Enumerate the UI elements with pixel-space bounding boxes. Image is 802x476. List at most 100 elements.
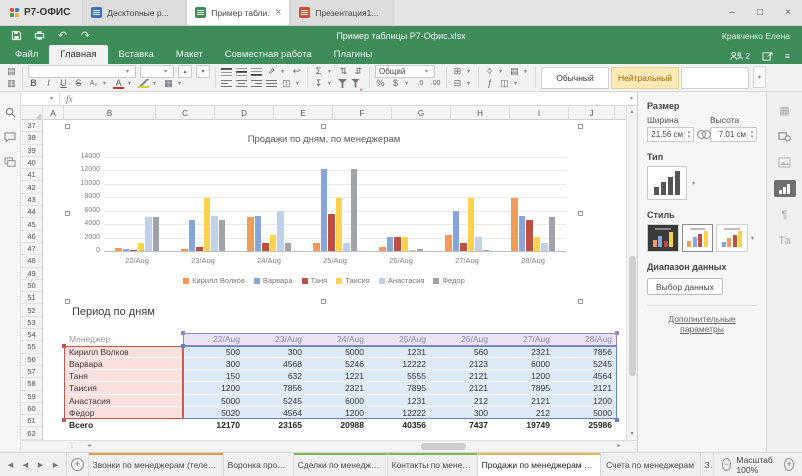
bar[interactable] bbox=[115, 248, 122, 251]
merge-cells-button[interactable]: ◫ bbox=[281, 78, 292, 89]
column-header[interactable]: F bbox=[333, 106, 392, 120]
column-header[interactable]: G bbox=[392, 106, 451, 120]
conditional-formatting-button[interactable]: ▤ bbox=[509, 66, 520, 77]
previous-sheet-icon[interactable]: ◀ bbox=[19, 461, 32, 469]
value-cell[interactable]: 6000 bbox=[307, 395, 369, 407]
bar[interactable] bbox=[270, 235, 277, 251]
row-header[interactable]: 47 bbox=[21, 243, 42, 255]
menu-tab[interactable]: Вставка bbox=[108, 45, 165, 64]
menu-tab[interactable]: Главная bbox=[49, 45, 107, 64]
chart-resize-handle[interactable] bbox=[65, 211, 70, 216]
fill-icon[interactable]: ↧ bbox=[313, 78, 324, 89]
subscript-button[interactable]: A₂ bbox=[88, 78, 99, 89]
app-logo[interactable]: Р7-ОФИС bbox=[0, 0, 82, 25]
bar[interactable] bbox=[277, 211, 284, 251]
value-cell[interactable]: 7895 bbox=[369, 382, 431, 394]
manager-name-cell[interactable]: Анастасия bbox=[64, 395, 183, 407]
bar[interactable] bbox=[541, 243, 548, 251]
image-settings-icon[interactable] bbox=[774, 154, 796, 171]
row-header[interactable]: 61 bbox=[21, 415, 42, 427]
value-cell[interactable]: 2321 bbox=[493, 346, 555, 358]
hamburger-menu-icon[interactable]: ≡ bbox=[785, 51, 790, 61]
value-cell[interactable]: 12222 bbox=[369, 407, 431, 419]
restore-button[interactable]: □ bbox=[746, 0, 774, 25]
table-row[interactable]: Кирилл Волков5003005000123156023217856 bbox=[64, 346, 617, 358]
increment-font-size-button[interactable]: ▴ bbox=[178, 65, 192, 78]
row-header[interactable]: 43 bbox=[21, 194, 42, 206]
value-cell[interactable]: 7856 bbox=[555, 346, 617, 358]
bar[interactable] bbox=[247, 217, 254, 251]
value-cell[interactable]: 632 bbox=[245, 370, 307, 382]
width-input[interactable]: 21.56 см ▴▾ bbox=[647, 127, 694, 142]
range-handle[interactable] bbox=[615, 331, 619, 335]
chart-style-thumbnail-selected[interactable] bbox=[682, 224, 714, 252]
value-cell[interactable]: 1200 bbox=[555, 395, 617, 407]
shape-settings-icon[interactable] bbox=[774, 128, 796, 145]
row-header[interactable]: 52 bbox=[21, 304, 42, 316]
decrease-decimal-button[interactable]: .0 bbox=[415, 78, 426, 89]
chart-resize-handle[interactable] bbox=[65, 299, 70, 304]
chart-style-chevron-icon[interactable]: ▾ bbox=[751, 235, 757, 242]
delete-cells-button[interactable]: ⊟ bbox=[452, 78, 463, 89]
minimize-button[interactable]: – bbox=[718, 0, 746, 25]
row-header[interactable]: 51 bbox=[21, 292, 42, 304]
row-header[interactable]: 37 bbox=[21, 120, 42, 132]
bar[interactable] bbox=[526, 220, 533, 251]
value-cell[interactable]: 2121 bbox=[431, 382, 493, 394]
manager-name-cell[interactable]: Кирилл Волков bbox=[64, 346, 183, 358]
bar[interactable] bbox=[219, 220, 226, 251]
align-justify-button[interactable] bbox=[266, 80, 277, 88]
menu-tab[interactable]: Совместная работа bbox=[214, 45, 323, 64]
value-cell[interactable]: 5000 bbox=[307, 346, 369, 358]
data-table[interactable]: Менеджер22/Aug23/Aug24/Aug25/Aug26/Aug27… bbox=[64, 333, 617, 432]
row-header[interactable]: 60 bbox=[21, 403, 42, 415]
bar[interactable] bbox=[475, 237, 482, 251]
bar[interactable] bbox=[549, 217, 556, 251]
bar[interactable] bbox=[181, 249, 188, 251]
row-header[interactable]: 62 bbox=[21, 427, 42, 439]
value-cell[interactable]: 1231 bbox=[369, 346, 431, 358]
row-header[interactable]: 48 bbox=[21, 255, 42, 267]
search-icon[interactable] bbox=[4, 106, 17, 119]
sheet-tab[interactable]: Звонки по менеджерам (телефони) bbox=[89, 453, 224, 476]
value-cell[interactable]: 7856 bbox=[245, 382, 307, 394]
bold-button[interactable]: B bbox=[28, 78, 39, 89]
value-cell[interactable]: 2121 bbox=[493, 395, 555, 407]
clear-button[interactable]: ◊ bbox=[484, 66, 495, 77]
keep-ratio-icon[interactable] bbox=[697, 130, 707, 138]
align-top-button[interactable] bbox=[221, 68, 232, 76]
value-cell[interactable]: 1231 bbox=[369, 395, 431, 407]
chart-style-thumbnail[interactable] bbox=[716, 224, 748, 252]
expand-formula-bar-icon[interactable]: ▾ bbox=[626, 95, 637, 102]
last-sheet-icon[interactable]: ▶ bbox=[49, 461, 62, 469]
value-cell[interactable]: 1200 bbox=[307, 407, 369, 419]
bar[interactable] bbox=[130, 250, 137, 251]
orientation-button[interactable]: ⇗ bbox=[266, 66, 277, 77]
height-input[interactable]: 7.01 см ▴▾ bbox=[710, 127, 757, 142]
close-button[interactable]: × bbox=[774, 0, 802, 25]
row-header[interactable]: 49 bbox=[21, 268, 42, 280]
add-sheet-icon[interactable]: + bbox=[71, 458, 84, 471]
bar[interactable] bbox=[313, 243, 320, 251]
bar[interactable] bbox=[394, 237, 401, 251]
horizontal-scroll-thumb[interactable] bbox=[421, 443, 466, 450]
select-all-corner[interactable]: ◢ bbox=[21, 106, 43, 120]
row-header[interactable]: 42 bbox=[21, 181, 42, 193]
table-row[interactable]: Анастасия500052456000123121221211200 bbox=[64, 395, 617, 407]
row-header[interactable]: 41 bbox=[21, 169, 42, 181]
row-header[interactable]: 40 bbox=[21, 157, 42, 169]
filter-icon[interactable] bbox=[338, 79, 347, 88]
value-cell[interactable]: 5020 bbox=[183, 407, 245, 419]
value-cell[interactable]: 300 bbox=[245, 346, 307, 358]
column-header[interactable]: E bbox=[274, 106, 333, 120]
highlight-color-button[interactable] bbox=[138, 79, 149, 88]
bar[interactable] bbox=[328, 214, 335, 251]
paragraph-settings-icon[interactable]: ¶ bbox=[774, 206, 796, 223]
chart-style-thumbnail[interactable] bbox=[647, 224, 679, 252]
tab-resize-grip[interactable]: ⁞ bbox=[71, 443, 79, 451]
bar[interactable] bbox=[409, 250, 416, 251]
bar[interactable] bbox=[351, 169, 358, 251]
value-cell[interactable]: 6000 bbox=[493, 358, 555, 370]
manager-name-cell[interactable]: Таня bbox=[64, 370, 183, 382]
format-as-table-button[interactable]: ◫ bbox=[499, 78, 510, 89]
